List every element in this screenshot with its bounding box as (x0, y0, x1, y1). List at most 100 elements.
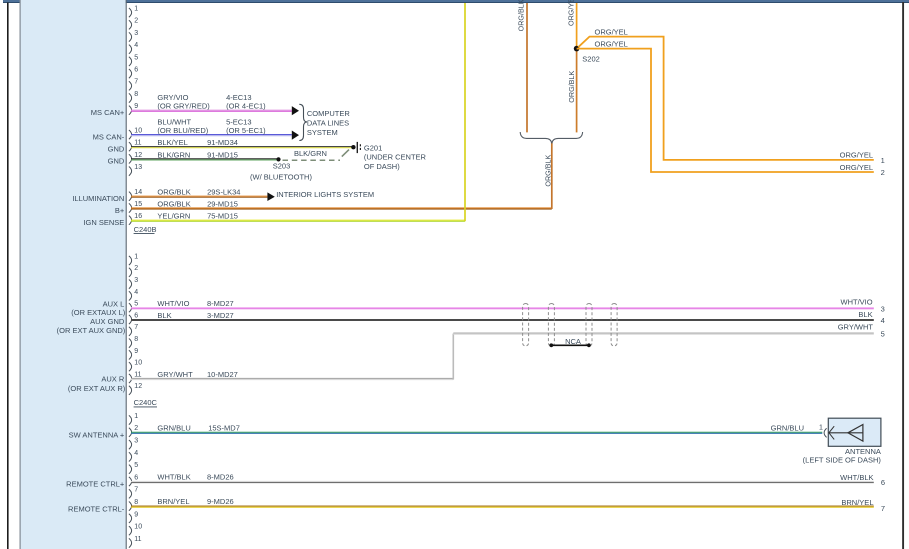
svg-text:1: 1 (134, 253, 138, 260)
svg-text:10: 10 (134, 360, 142, 367)
svg-text:3: 3 (134, 277, 138, 284)
svg-text:BLK/GRN: BLK/GRN (294, 149, 327, 158)
svg-text:11: 11 (134, 371, 141, 378)
svg-text:91-MD15: 91-MD15 (207, 150, 238, 159)
svg-text:WHT/VIO: WHT/VIO (157, 299, 189, 308)
svg-text:2: 2 (134, 18, 138, 25)
svg-text:(UNDER CENTER: (UNDER CENTER (364, 153, 427, 162)
svg-text:(OR 5-EC1): (OR 5-EC1) (226, 126, 266, 135)
svg-text:11: 11 (134, 536, 141, 543)
svg-text:10: 10 (134, 524, 142, 531)
svg-text:AUX R: AUX R (101, 374, 125, 383)
svg-text:6: 6 (134, 67, 138, 74)
svg-text:GRN/BLU: GRN/BLU (157, 423, 190, 432)
svg-text:GND: GND (108, 145, 125, 154)
svg-text:8-MD27: 8-MD27 (207, 299, 234, 308)
svg-text:29S-LK34: 29S-LK34 (207, 188, 240, 197)
svg-text:7: 7 (134, 487, 138, 494)
svg-text:REMOTE CTRL+: REMOTE CTRL+ (66, 480, 125, 489)
svg-text:2: 2 (134, 425, 138, 432)
svg-text:GRY/WHT: GRY/WHT (157, 370, 193, 379)
svg-text:11: 11 (134, 140, 141, 147)
svg-text:(OR EXT AUX R): (OR EXT AUX R) (68, 384, 126, 393)
svg-text:INTERIOR LIGHTS SYSTEM: INTERIOR LIGHTS SYSTEM (276, 190, 374, 199)
svg-text:ORG/BLK: ORG/BLK (157, 199, 190, 208)
svg-text:OF DASH): OF DASH) (364, 162, 400, 171)
svg-text:GRY/WHT: GRY/WHT (838, 323, 874, 332)
svg-text:(OR 4-EC1): (OR 4-EC1) (226, 102, 266, 111)
svg-text:9: 9 (134, 348, 138, 355)
svg-text:ORG/YEL: ORG/YEL (567, 0, 576, 26)
svg-text:9: 9 (134, 511, 138, 518)
svg-text:5: 5 (134, 54, 138, 61)
svg-text:(OR EXTAUX L): (OR EXTAUX L) (71, 308, 126, 317)
svg-text:4: 4 (134, 450, 138, 457)
svg-text:ORG/BLK: ORG/BLK (157, 188, 190, 197)
svg-text:COMPUTER: COMPUTER (307, 109, 351, 118)
svg-text:15: 15 (134, 201, 142, 208)
svg-text:BLK: BLK (858, 310, 872, 319)
svg-text:GND: GND (108, 157, 125, 166)
svg-text:DATA LINES: DATA LINES (307, 119, 349, 128)
svg-text:WHT/VIO: WHT/VIO (841, 298, 873, 307)
svg-text:8-MD26: 8-MD26 (207, 473, 234, 482)
svg-text:(LEFT SIDE OF DASH): (LEFT SIDE OF DASH) (803, 455, 882, 464)
svg-text:1: 1 (134, 6, 138, 13)
svg-text:7: 7 (134, 79, 138, 86)
svg-text:7: 7 (134, 324, 138, 331)
svg-text:GRN/BLU: GRN/BLU (771, 423, 804, 432)
svg-text:WHT/BLK: WHT/BLK (840, 473, 873, 482)
svg-text:MS CAN-: MS CAN- (93, 132, 125, 141)
svg-text:75-MD15: 75-MD15 (207, 212, 238, 221)
svg-text:MS CAN+: MS CAN+ (91, 108, 125, 117)
svg-text:3-MD27: 3-MD27 (207, 311, 234, 320)
svg-text:(OR EXT AUX GND): (OR EXT AUX GND) (57, 326, 126, 335)
svg-text:2: 2 (134, 265, 138, 272)
svg-text:3: 3 (134, 30, 138, 37)
svg-text:(OR BLU/RED): (OR BLU/RED) (157, 126, 208, 135)
svg-text:SYSTEM: SYSTEM (307, 128, 338, 137)
svg-text:9: 9 (134, 103, 138, 110)
svg-text:(W/ BLUETOOTH): (W/ BLUETOOTH) (250, 172, 312, 181)
svg-text:ORG/YEL: ORG/YEL (595, 40, 628, 49)
svg-text:15S-MD7: 15S-MD7 (208, 423, 240, 432)
svg-text:6: 6 (134, 312, 138, 319)
svg-text:7: 7 (881, 504, 885, 513)
svg-text:1: 1 (134, 413, 138, 420)
svg-text:B+: B+ (115, 206, 125, 215)
svg-text:10-MD27: 10-MD27 (207, 370, 238, 379)
svg-text:4: 4 (134, 42, 138, 49)
svg-text:4: 4 (881, 316, 885, 325)
svg-text:BLK/YEL: BLK/YEL (157, 138, 187, 147)
svg-text:3: 3 (881, 304, 885, 313)
svg-text:ORG/YEL: ORG/YEL (595, 28, 628, 37)
svg-text:12: 12 (134, 152, 142, 159)
svg-text:ORG/YEL: ORG/YEL (840, 163, 873, 172)
svg-text:2: 2 (881, 168, 885, 177)
svg-text:1: 1 (819, 424, 823, 431)
svg-text:BRN/YEL: BRN/YEL (157, 497, 189, 506)
svg-text:C240B: C240B (134, 225, 157, 234)
svg-text:10: 10 (134, 128, 142, 135)
svg-text:9-MD26: 9-MD26 (207, 497, 234, 506)
svg-text:BLK/GRN: BLK/GRN (157, 150, 190, 159)
svg-text:ORG/BLK: ORG/BLK (516, 0, 525, 31)
svg-text:ORG/BLK: ORG/BLK (567, 71, 576, 103)
svg-text:6: 6 (134, 474, 138, 481)
svg-text:3: 3 (134, 438, 138, 445)
svg-text:BLK: BLK (157, 311, 171, 320)
svg-text:ORG/BLK: ORG/BLK (543, 154, 552, 186)
svg-text:SW ANTENNA +: SW ANTENNA + (69, 430, 125, 439)
svg-text:14: 14 (134, 189, 142, 196)
svg-text:C240C: C240C (134, 398, 158, 407)
svg-text:8: 8 (134, 91, 138, 98)
svg-text:91-MD34: 91-MD34 (207, 138, 238, 147)
svg-text:ORG/YEL: ORG/YEL (840, 151, 873, 160)
svg-text:1: 1 (881, 156, 885, 165)
svg-text:WHT/BLK: WHT/BLK (157, 473, 190, 482)
svg-text:16: 16 (134, 213, 142, 220)
svg-text:4: 4 (134, 289, 138, 296)
svg-text:5: 5 (134, 301, 138, 308)
svg-text:5: 5 (134, 462, 138, 469)
svg-text:G201: G201 (364, 143, 382, 152)
